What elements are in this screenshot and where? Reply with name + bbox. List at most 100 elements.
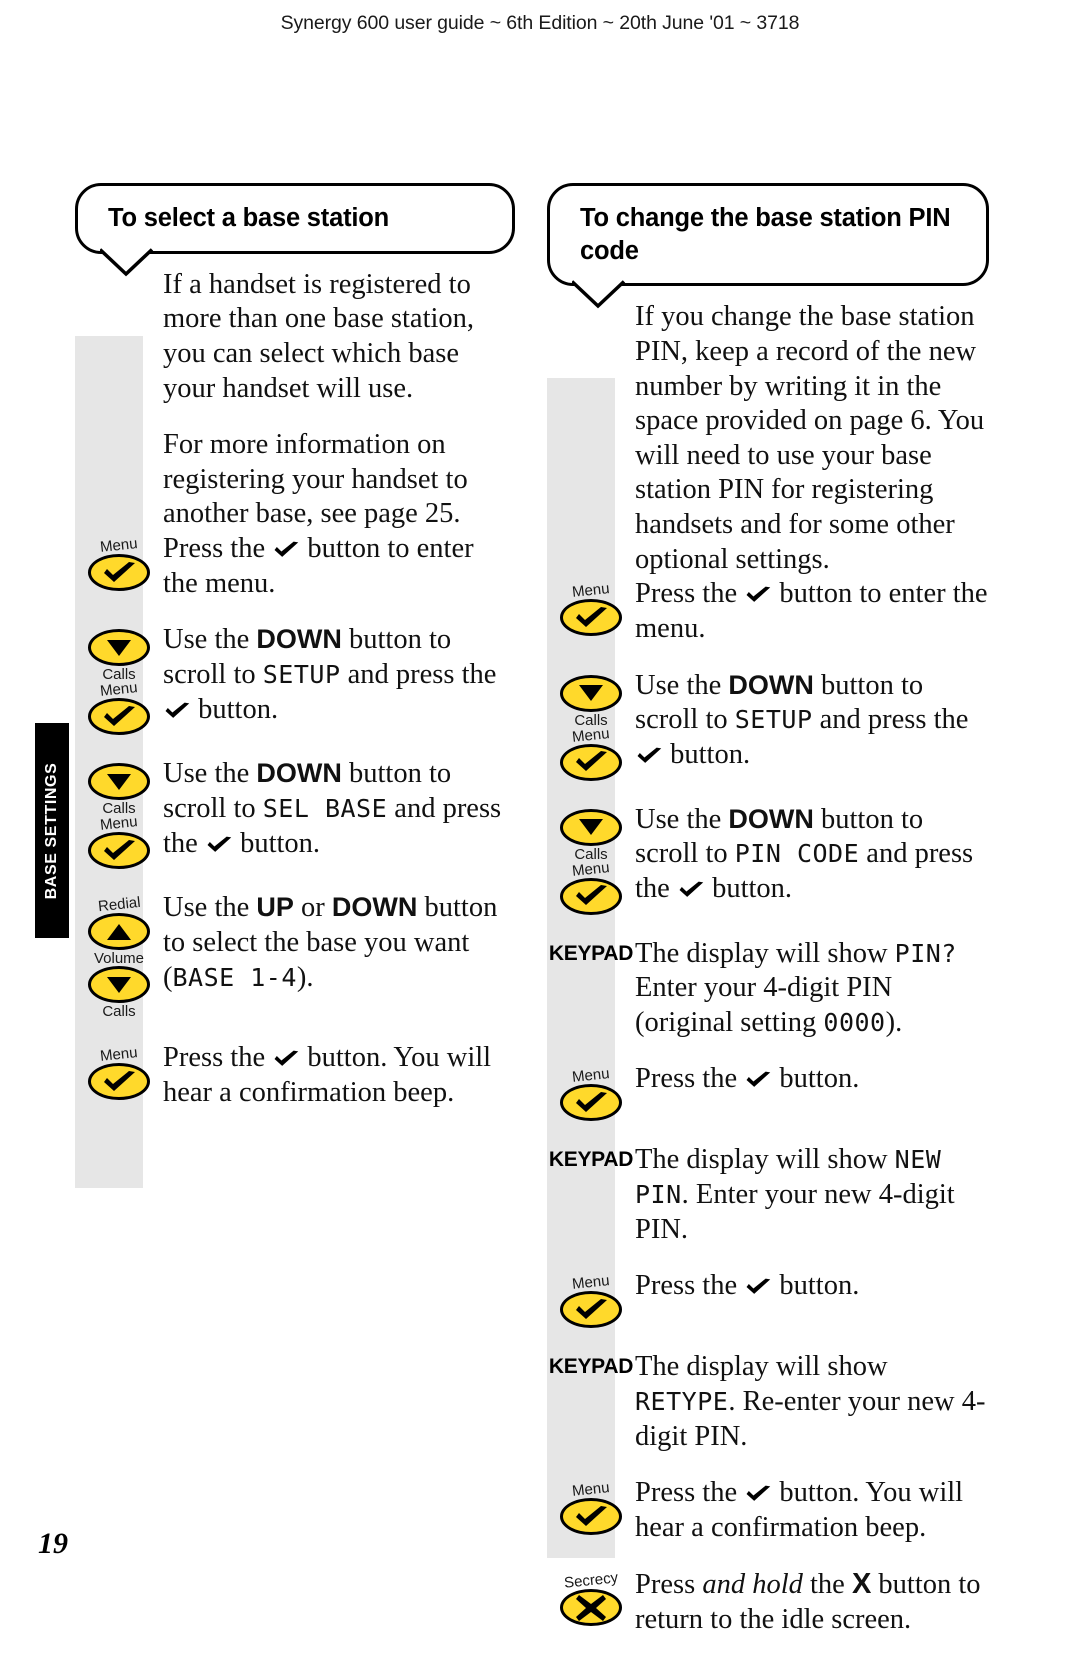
step-text-run: Use the — [163, 758, 257, 790]
key-tick[interactable]: Menu — [560, 1272, 622, 1329]
step-key-icons: Calls Menu — [547, 803, 635, 915]
tick-icon — [273, 1043, 299, 1067]
button-name-emphasis: DOWN — [331, 892, 418, 923]
tick-icon — [206, 829, 232, 852]
step-instruction-text: Press the button. You will hear a confir… — [163, 1041, 515, 1110]
key-oval[interactable] — [88, 966, 150, 1004]
emphasis-text: and hold — [702, 1569, 803, 1601]
step-instruction-text: Use the UP or DOWN button to select the … — [163, 891, 515, 995]
step-instruction-text: The display will show RETYPE. Re-enter y… — [635, 1350, 989, 1454]
step-instruction-text: Press the button. — [635, 1269, 989, 1304]
down-arrow-icon — [578, 684, 604, 702]
callout-tail-icon — [100, 247, 164, 278]
key-oval[interactable] — [88, 1063, 150, 1101]
step-text-run: Use the — [635, 803, 729, 835]
key-label-above: Menu — [99, 535, 139, 556]
left-column-callout: To select a base station — [75, 183, 515, 277]
key-tick[interactable]: Menu — [88, 813, 150, 870]
instruction-step: Menu Press the button. You will hear a co… — [75, 1041, 515, 1110]
step-text-run: The display will show — [635, 1351, 888, 1383]
step-text-run: and press the — [812, 704, 969, 736]
key-oval[interactable] — [560, 1498, 622, 1536]
key-oval[interactable] — [560, 808, 622, 846]
lcd-display-text: SEL BASE — [262, 793, 388, 823]
callout-tail-icon — [572, 280, 636, 310]
key-oval[interactable] — [88, 832, 150, 870]
step-instruction-text: The display will show PIN? Enter your 4-… — [635, 937, 989, 1041]
instruction-step: KEYPAD The display will show PIN? Enter y… — [547, 937, 989, 1041]
instruction-step: Calls Menu Use the DOWN button to scroll t… — [75, 623, 515, 736]
intro-paragraph: If a handset is registered to more than … — [163, 268, 475, 404]
step-key-icons: Calls Menu — [75, 757, 163, 870]
key-up[interactable]: Redial Volume — [88, 894, 150, 968]
instruction-step: Calls Menu Use the DOWN button to scroll t… — [547, 669, 989, 781]
key-label-below: Calls — [102, 1003, 136, 1021]
intro-paragraph: If you change the base station PIN, keep… — [635, 301, 985, 575]
right-column-body: If you change the base station PIN, keep… — [547, 300, 989, 1637]
keypad-key[interactable]: KEYPAD — [549, 1149, 633, 1170]
key-oval[interactable] — [88, 913, 150, 951]
key-oval[interactable] — [560, 599, 622, 637]
step-text-run: Press the — [635, 1270, 745, 1302]
keypad-key-label: KEYPAD — [548, 1148, 634, 1172]
step-text-run: button. — [704, 872, 793, 904]
step-instruction-text: Use the DOWN button to scroll to PIN COD… — [635, 803, 989, 907]
step-key-icons: Menu — [547, 577, 635, 637]
key-down[interactable]: Calls — [560, 808, 622, 862]
step-key-icons: Menu — [547, 1269, 635, 1329]
key-oval[interactable] — [560, 1084, 622, 1122]
key-tick[interactable]: Menu — [560, 580, 622, 637]
key-oval[interactable] — [88, 763, 150, 801]
keypad-key[interactable]: KEYPAD — [549, 943, 633, 964]
instruction-step: KEYPAD The display will show RETYPE. Re-e… — [547, 1350, 989, 1454]
instruction-step: Calls Menu Use the DOWN button to scroll t… — [75, 757, 515, 870]
key-down[interactable]: Calls — [88, 763, 150, 816]
key-tick[interactable]: Menu — [560, 859, 622, 915]
tick-icon — [574, 1091, 608, 1114]
instruction-step: Redial Volume Calls Use the UP or DOWN butt… — [75, 891, 515, 1019]
key-label-above: Redial — [96, 894, 142, 916]
step-text-run: The display will show — [635, 937, 895, 969]
key-down[interactable]: Calls — [88, 629, 150, 682]
step-text-run: Press the — [635, 1063, 745, 1095]
section-thumb-tab: BASE SETTINGS — [35, 723, 69, 938]
key-oval[interactable] — [88, 554, 150, 591]
right-column-heading: To change the base station PIN code — [580, 204, 951, 265]
key-tick[interactable]: Menu — [88, 679, 150, 736]
key-oval[interactable] — [88, 698, 150, 736]
key-down[interactable]: Calls — [88, 966, 150, 1019]
key-oval[interactable] — [560, 674, 622, 712]
lcd-display-text: PIN? — [894, 938, 957, 968]
key-tick[interactable]: Menu — [88, 535, 150, 591]
key-tick[interactable]: Menu — [560, 1479, 622, 1536]
key-label-below: Volume — [93, 950, 145, 968]
key-cross[interactable]: Secrecy — [560, 1570, 622, 1627]
step-key-icons: Secrecy — [547, 1567, 635, 1627]
key-oval[interactable] — [560, 1589, 622, 1627]
step-instruction-text: Use the DOWN button to scroll to SETUP a… — [635, 669, 989, 773]
down-arrow-icon — [106, 976, 132, 994]
key-oval[interactable] — [88, 629, 150, 667]
key-down[interactable]: Calls — [560, 674, 622, 728]
running-header-text: Synergy 600 user guide ~ 6th Edition ~ 2… — [280, 12, 800, 34]
keypad-key[interactable]: KEYPAD — [549, 1356, 633, 1377]
step-instruction-text: Press the button to enter the menu. — [635, 577, 989, 646]
step-text-run: button. — [663, 738, 751, 770]
step-text-run: button. — [772, 1063, 860, 1095]
key-label-above: Menu — [99, 1044, 139, 1066]
key-label-above: Menu — [99, 679, 139, 701]
step-instruction-text: Use the DOWN button to scroll to SEL BAS… — [163, 757, 515, 861]
key-tick[interactable]: Menu — [560, 1065, 622, 1122]
key-tick[interactable]: Menu — [560, 725, 622, 781]
step-text-run: button. — [772, 1270, 860, 1302]
key-oval[interactable] — [560, 1291, 622, 1329]
keypad-key-label: KEYPAD — [548, 1355, 634, 1379]
key-oval[interactable] — [560, 743, 622, 781]
instruction-step: Menu Press the button to enter the menu. — [75, 532, 515, 601]
step-text-run: Use the — [163, 892, 257, 924]
key-oval[interactable] — [560, 877, 622, 915]
key-tick[interactable]: Menu — [88, 1044, 150, 1101]
step-text-run: Use the — [163, 624, 257, 656]
step-key-icons: Menu — [547, 1476, 635, 1536]
running-header: Synergy 600 user guide ~ 6th Edition ~ 2… — [0, 12, 1080, 35]
